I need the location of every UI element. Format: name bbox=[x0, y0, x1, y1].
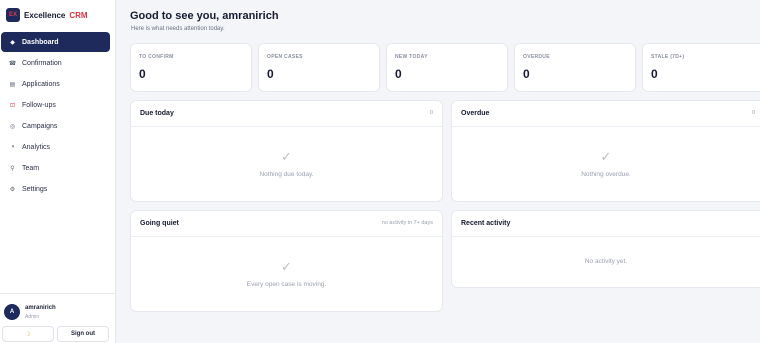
page-subtitle: Here is what needs attention today. bbox=[131, 26, 225, 32]
check-icon: ✓ bbox=[281, 149, 292, 164]
recent-activity-card: Recent activity No activity yet. bbox=[451, 210, 760, 288]
brand-accent: CRM bbox=[69, 10, 88, 20]
diamond-icon: ◆ bbox=[10, 39, 15, 46]
sidebar-item-label: Confirmation bbox=[22, 59, 62, 67]
sidebar-item-label: Applications bbox=[22, 80, 60, 88]
stat-value: 0 bbox=[139, 67, 146, 81]
sidebar-item-dashboard[interactable]: ◆ Dashboard bbox=[1, 32, 110, 52]
chart-icon: ◑ bbox=[10, 144, 15, 150]
check-icon: ✓ bbox=[281, 259, 292, 274]
user-name: amranirich bbox=[25, 305, 56, 311]
stat-value: 0 bbox=[523, 67, 530, 81]
check-icon: ✓ bbox=[600, 149, 612, 164]
overdue-card: Overdue 0 ✓ Nothing overdue. bbox=[451, 100, 760, 202]
card-title: Overdue bbox=[461, 110, 490, 117]
sidebar-item-label: Campaigns bbox=[22, 122, 58, 130]
stat-card-to-confirm[interactable]: TO CONFIRM 0 bbox=[130, 43, 252, 92]
stat-value: 0 bbox=[651, 67, 658, 81]
card-title: Due today bbox=[140, 110, 174, 117]
sidebar-item-analytics[interactable]: ◑ Analytics bbox=[1, 137, 110, 157]
card-header: Going quiet no activity in 7+ days bbox=[131, 211, 442, 237]
stat-value: 0 bbox=[267, 67, 274, 81]
going-quiet-card: Going quiet no activity in 7+ days ✓ Eve… bbox=[130, 210, 443, 312]
empty-state-text: Nothing overdue. bbox=[581, 171, 631, 178]
user-panel: A amranirich Admin ☽ Sign out bbox=[0, 293, 115, 343]
person-icon: ⚲ bbox=[10, 165, 15, 172]
empty-state: ✓ Every open case is moving. bbox=[131, 259, 442, 288]
sidebar-item-follow-ups[interactable]: ⊡ Follow-ups bbox=[1, 95, 110, 115]
sidebar-item-label: Follow-ups bbox=[22, 101, 56, 109]
sign-out-button[interactable]: Sign out bbox=[57, 326, 109, 342]
empty-state-text: No activity yet. bbox=[584, 258, 628, 265]
stat-label: STALE (7D+) bbox=[651, 54, 685, 60]
moon-icon: ☽ bbox=[25, 331, 31, 338]
stat-label: OVERDUE bbox=[523, 54, 550, 60]
sidebar-item-label: Team bbox=[22, 164, 40, 172]
card-count: 0 bbox=[751, 110, 755, 116]
stat-label: OPEN CASES bbox=[267, 54, 303, 60]
sidebar-item-team[interactable]: ⚲ Team bbox=[1, 158, 110, 178]
empty-state-text: Every open case is moving. bbox=[246, 281, 327, 288]
sidebar-item-label: Settings bbox=[22, 185, 48, 193]
page-title: Good to see you, amranirich bbox=[130, 10, 279, 22]
stat-card-overdue[interactable]: OVERDUE 0 bbox=[514, 43, 636, 92]
card-count: 0 bbox=[429, 110, 433, 116]
main-content: Good to see you, amranirich Here is what… bbox=[116, 0, 760, 343]
stat-label: NEW TODAY bbox=[395, 54, 428, 60]
stat-card-stale[interactable]: STALE (7D+) 0 bbox=[642, 43, 760, 92]
empty-state: ✓ Nothing overdue. bbox=[452, 149, 760, 178]
brand-name: Excellence bbox=[24, 10, 66, 20]
target-icon: ◎ bbox=[9, 123, 16, 130]
stat-card-new-today[interactable]: NEW TODAY 0 bbox=[386, 43, 508, 92]
list-icon: ▤ bbox=[9, 81, 16, 88]
sidebar-item-campaigns[interactable]: ◎ Campaigns bbox=[1, 116, 110, 136]
avatar[interactable]: A bbox=[4, 304, 20, 320]
empty-state-text: Nothing due today. bbox=[259, 171, 314, 178]
due-today-card: Due today 0 ✓ Nothing due today. bbox=[130, 100, 443, 202]
gear-icon: ⚙ bbox=[9, 186, 16, 193]
sidebar-item-label: Analytics bbox=[22, 143, 51, 151]
card-header: Due today 0 bbox=[131, 101, 442, 127]
card-title: Going quiet bbox=[140, 220, 179, 227]
stat-value: 0 bbox=[395, 67, 402, 81]
sidebar-item-confirmation[interactable]: ☎ Confirmation bbox=[1, 53, 110, 73]
card-title: Recent activity bbox=[461, 220, 511, 227]
stat-card-open-cases[interactable]: OPEN CASES 0 bbox=[258, 43, 380, 92]
sidebar-nav: ◆ Dashboard ☎ Confirmation ▤ Application… bbox=[1, 32, 110, 200]
stat-label: TO CONFIRM bbox=[139, 54, 174, 60]
card-meta: no activity in 7+ days bbox=[381, 220, 433, 226]
brand-logo: EX bbox=[6, 8, 20, 22]
theme-toggle-button[interactable]: ☽ bbox=[2, 326, 54, 342]
empty-state: ✓ Nothing due today. bbox=[131, 149, 442, 178]
inbox-icon: ☎ bbox=[8, 60, 17, 67]
card-header: Recent activity bbox=[452, 211, 760, 237]
card-header: Overdue 0 bbox=[452, 101, 760, 127]
sidebar-item-settings[interactable]: ⚙ Settings bbox=[1, 179, 110, 199]
sidebar-item-applications[interactable]: ▤ Applications bbox=[1, 74, 110, 94]
empty-state: No activity yet. bbox=[452, 258, 760, 265]
sidebar-item-label: Dashboard bbox=[22, 38, 59, 46]
sidebar: EX Excellence CRM ◆ Dashboard ☎ Confirma… bbox=[0, 0, 116, 343]
user-role: Admin bbox=[25, 314, 40, 320]
bell-icon: ⊡ bbox=[9, 102, 16, 109]
brand[interactable]: EX Excellence CRM bbox=[6, 7, 88, 23]
